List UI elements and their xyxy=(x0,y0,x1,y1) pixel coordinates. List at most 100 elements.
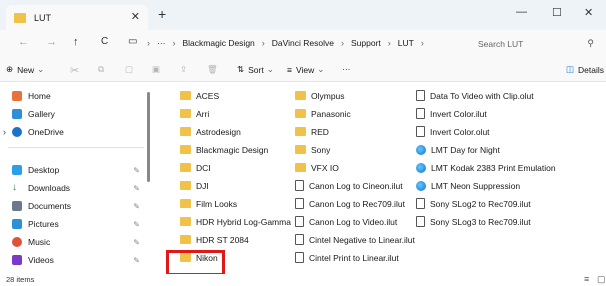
file-name: Cintel Print to Linear.ilut xyxy=(309,252,399,263)
address-bar-row: ← → ↑ C ▭ › ··· › Blackmagic Design › Da… xyxy=(0,30,606,58)
tab-close-button[interactable]: ✕ xyxy=(131,10,140,23)
file-icon xyxy=(416,126,425,137)
sidebar-item-pictures[interactable]: Pictures ✎ xyxy=(12,216,146,232)
list-item[interactable]: Panasonic xyxy=(295,105,351,122)
folder-icon xyxy=(180,199,191,208)
new-button[interactable]: ⊕ New ⌄ xyxy=(6,64,44,75)
status-bar: 28 items ≡ ▢ xyxy=(0,274,606,286)
view-button[interactable]: ≡ View ⌄ xyxy=(287,64,324,75)
sort-label: Sort xyxy=(248,64,264,75)
list-item[interactable]: Astrodesign xyxy=(180,123,241,140)
sidebar-item-documents[interactable]: Documents ✎ xyxy=(12,198,146,214)
sidebar-item-desktop[interactable]: Desktop ✎ xyxy=(12,162,146,178)
list-item[interactable]: Sony SLog2 to Rec709.ilut xyxy=(416,195,531,212)
file-icon xyxy=(295,252,304,263)
folder-icon xyxy=(180,127,191,136)
forward-button[interactable]: → xyxy=(46,36,57,48)
sidebar-item-music[interactable]: Music ✎ xyxy=(12,234,146,250)
documents-icon xyxy=(12,201,22,211)
chevron-right-icon: › xyxy=(172,38,176,48)
lut-globe-icon xyxy=(416,162,426,173)
sort-button[interactable]: ⇅ Sort ⌄ xyxy=(237,64,274,75)
file-name: Arri xyxy=(196,108,210,119)
pin-icon: ✎ xyxy=(133,201,140,211)
list-item[interactable]: LMT Day for Night xyxy=(416,141,500,158)
sidebar-scrollbar[interactable] xyxy=(147,92,150,182)
list-item[interactable]: VFX IO xyxy=(295,159,339,176)
close-window-button[interactable]: ✕ xyxy=(584,6,593,19)
sort-icon: ⇅ xyxy=(237,64,245,74)
list-item[interactable]: Canon Log to Rec709.ilut xyxy=(295,195,405,212)
up-button[interactable]: ↑ xyxy=(73,36,79,48)
list-item[interactable]: DCI xyxy=(180,159,211,176)
list-item[interactable]: Blackmagic Design xyxy=(180,141,268,158)
breadcrumb-item[interactable]: Support xyxy=(351,38,381,48)
cut-icon[interactable]: ✂ xyxy=(70,64,79,77)
breadcrumb-item[interactable]: DaVinci Resolve xyxy=(272,38,334,48)
list-item[interactable]: RED xyxy=(295,123,329,140)
delete-icon[interactable]: 🗑 xyxy=(207,64,218,75)
file-icon xyxy=(416,108,425,119)
list-item[interactable]: Data To Video with Clip.olut xyxy=(416,87,534,104)
tab-title: LUT xyxy=(34,12,52,23)
list-item[interactable]: Film Looks xyxy=(180,195,237,212)
breadcrumb-item[interactable]: Blackmagic Design xyxy=(183,38,255,48)
maximize-button[interactable]: ☐ xyxy=(552,6,562,19)
share-icon[interactable]: ⇪ xyxy=(180,64,187,75)
file-name: Sony SLog3 to Rec709.ilut xyxy=(430,216,531,227)
tab-lut[interactable]: LUT ✕ xyxy=(6,5,148,30)
file-name: Cintel Negative to Linear.ilut xyxy=(309,234,415,245)
folder-icon xyxy=(295,109,306,118)
chevron-right-icon: › xyxy=(147,38,150,48)
list-item[interactable]: LMT Kodak 2383 Print Emulation xyxy=(416,159,556,176)
search-input[interactable]: Search LUT xyxy=(478,39,523,49)
tiles-view-icon[interactable]: ▢ xyxy=(597,274,606,285)
list-item[interactable]: DJI xyxy=(180,177,209,194)
paste-icon[interactable]: ▢ xyxy=(125,64,133,75)
list-item[interactable]: Sony xyxy=(295,141,330,158)
details-icon: ◫ xyxy=(566,64,575,74)
folder-icon xyxy=(295,163,306,172)
rename-icon[interactable]: ▣ xyxy=(152,64,160,75)
list-item[interactable]: Invert Color.olut xyxy=(416,123,490,140)
file-name: DCI xyxy=(196,162,211,173)
search-box[interactable]: Search LUT ⚲ xyxy=(460,33,602,55)
list-item[interactable]: LMT Neon Suppression xyxy=(416,177,520,194)
more-options-button[interactable]: ··· xyxy=(342,64,351,74)
sidebar-item-gallery[interactable]: Gallery xyxy=(12,106,146,122)
list-item[interactable]: ACES xyxy=(180,87,219,104)
view-label: View xyxy=(295,64,315,75)
list-item[interactable]: Cintel Negative to Linear.ilut xyxy=(295,231,415,248)
list-item[interactable]: HDR ST 2084 xyxy=(180,231,249,248)
monitor-icon[interactable]: ▭ xyxy=(128,36,137,47)
file-name: VFX IO xyxy=(311,162,339,173)
list-item[interactable]: Arri xyxy=(180,105,209,122)
list-item[interactable]: Sony SLog3 to Rec709.ilut xyxy=(416,213,531,230)
sidebar-item-onedrive[interactable]: OneDrive xyxy=(12,124,146,140)
refresh-button[interactable]: C xyxy=(101,36,108,47)
copy-icon[interactable]: ⧉ xyxy=(98,64,104,75)
pictures-icon xyxy=(12,219,22,229)
list-item[interactable]: Cintel Print to Linear.ilut xyxy=(295,249,399,266)
expand-chevron-icon[interactable]: › xyxy=(3,127,6,137)
more-crumbs-button[interactable]: ··· xyxy=(157,38,166,48)
list-item[interactable]: Canon Log to Video.ilut xyxy=(295,213,397,230)
breadcrumb-item[interactable]: LUT xyxy=(398,38,414,48)
file-name: HDR ST 2084 xyxy=(196,234,249,245)
sidebar-item-downloads[interactable]: ↓ Downloads ✎ xyxy=(12,180,146,196)
list-item[interactable]: Invert Color.ilut xyxy=(416,105,487,122)
sidebar-item-videos[interactable]: Videos ✎ xyxy=(12,252,146,268)
sidebar-item-home[interactable]: Home xyxy=(12,88,146,104)
breadcrumb: › ··· › Blackmagic Design › DaVinci Reso… xyxy=(147,38,431,48)
minimize-button[interactable]: — xyxy=(516,6,527,18)
new-tab-button[interactable]: + xyxy=(158,6,166,22)
list-item[interactable]: HDR Hybrid Log-Gamma xyxy=(180,213,291,230)
sidebar-item-label: Pictures xyxy=(28,219,59,229)
list-view-icon[interactable]: ≡ xyxy=(584,274,589,284)
file-icon xyxy=(416,90,425,101)
list-item[interactable]: Canon Log to Cineon.ilut xyxy=(295,177,403,194)
list-item[interactable]: Olympus xyxy=(295,87,345,104)
back-button[interactable]: ← xyxy=(18,36,29,48)
folder-icon xyxy=(14,12,26,23)
details-button[interactable]: ◫ Details xyxy=(566,64,604,75)
